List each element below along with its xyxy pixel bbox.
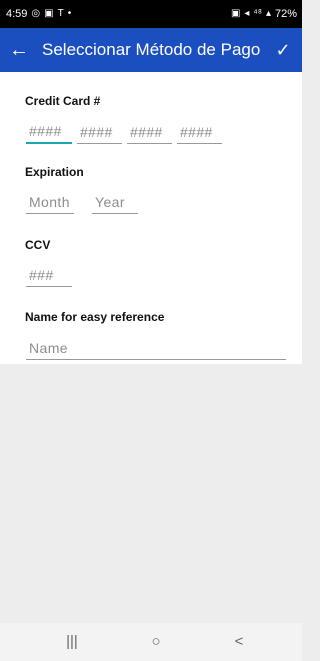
battery-percentage: 72%	[274, 8, 297, 20]
gallery-icon: ▣	[44, 8, 54, 19]
instagram-icon: ◎	[31, 8, 41, 19]
credit-card-field-3[interactable]	[127, 120, 172, 144]
alarm-icon: ▣	[230, 8, 241, 19]
expiration-month-field[interactable]	[26, 190, 74, 214]
ccv-field[interactable]	[26, 263, 72, 287]
dot-icon: •	[67, 8, 72, 19]
back-arrow-icon[interactable]: ←	[6, 36, 32, 64]
status-left: 4:59 ◎ ▣ T •	[6, 0, 71, 28]
home-button[interactable]: ○	[142, 628, 170, 656]
page-title: Seleccionar Método de Pago	[42, 40, 261, 59]
reference-name-label: Name for easy reference	[25, 310, 165, 324]
t-icon: T	[57, 8, 64, 19]
recent-apps-button[interactable]: |||	[58, 628, 86, 656]
credit-card-field-2[interactable]	[77, 120, 122, 144]
ccv-label: CCV	[25, 238, 51, 252]
app-bar: ← Seleccionar Método de Pago ✓	[0, 28, 302, 72]
status-bar: 4:59 ◎ ▣ T • ▣ ◂ ⁴⁸ ▴ 72%	[0, 0, 302, 28]
expiration-year-field[interactable]	[92, 190, 138, 214]
network-icon: ⁴⁸	[253, 8, 262, 19]
reference-name-field[interactable]	[26, 336, 286, 360]
status-time: 4:59	[6, 8, 28, 20]
system-navigation-bar: ||| ○ <	[0, 623, 302, 661]
checkmark-icon[interactable]: ✓	[272, 36, 294, 64]
credit-card-field-1[interactable]	[26, 120, 72, 144]
expiration-label: Expiration	[25, 165, 84, 179]
system-back-button[interactable]: <	[225, 628, 253, 656]
payment-method-form: Credit Card # Expiration CCV Name for ea…	[0, 72, 302, 364]
credit-card-field-4[interactable]	[177, 120, 222, 144]
credit-card-label: Credit Card #	[25, 94, 101, 108]
status-right: ▣ ◂ ⁴⁸ ▴ 72%	[231, 0, 297, 28]
sound-icon: ◂	[244, 8, 250, 19]
signal-icon: ▴	[265, 8, 271, 19]
